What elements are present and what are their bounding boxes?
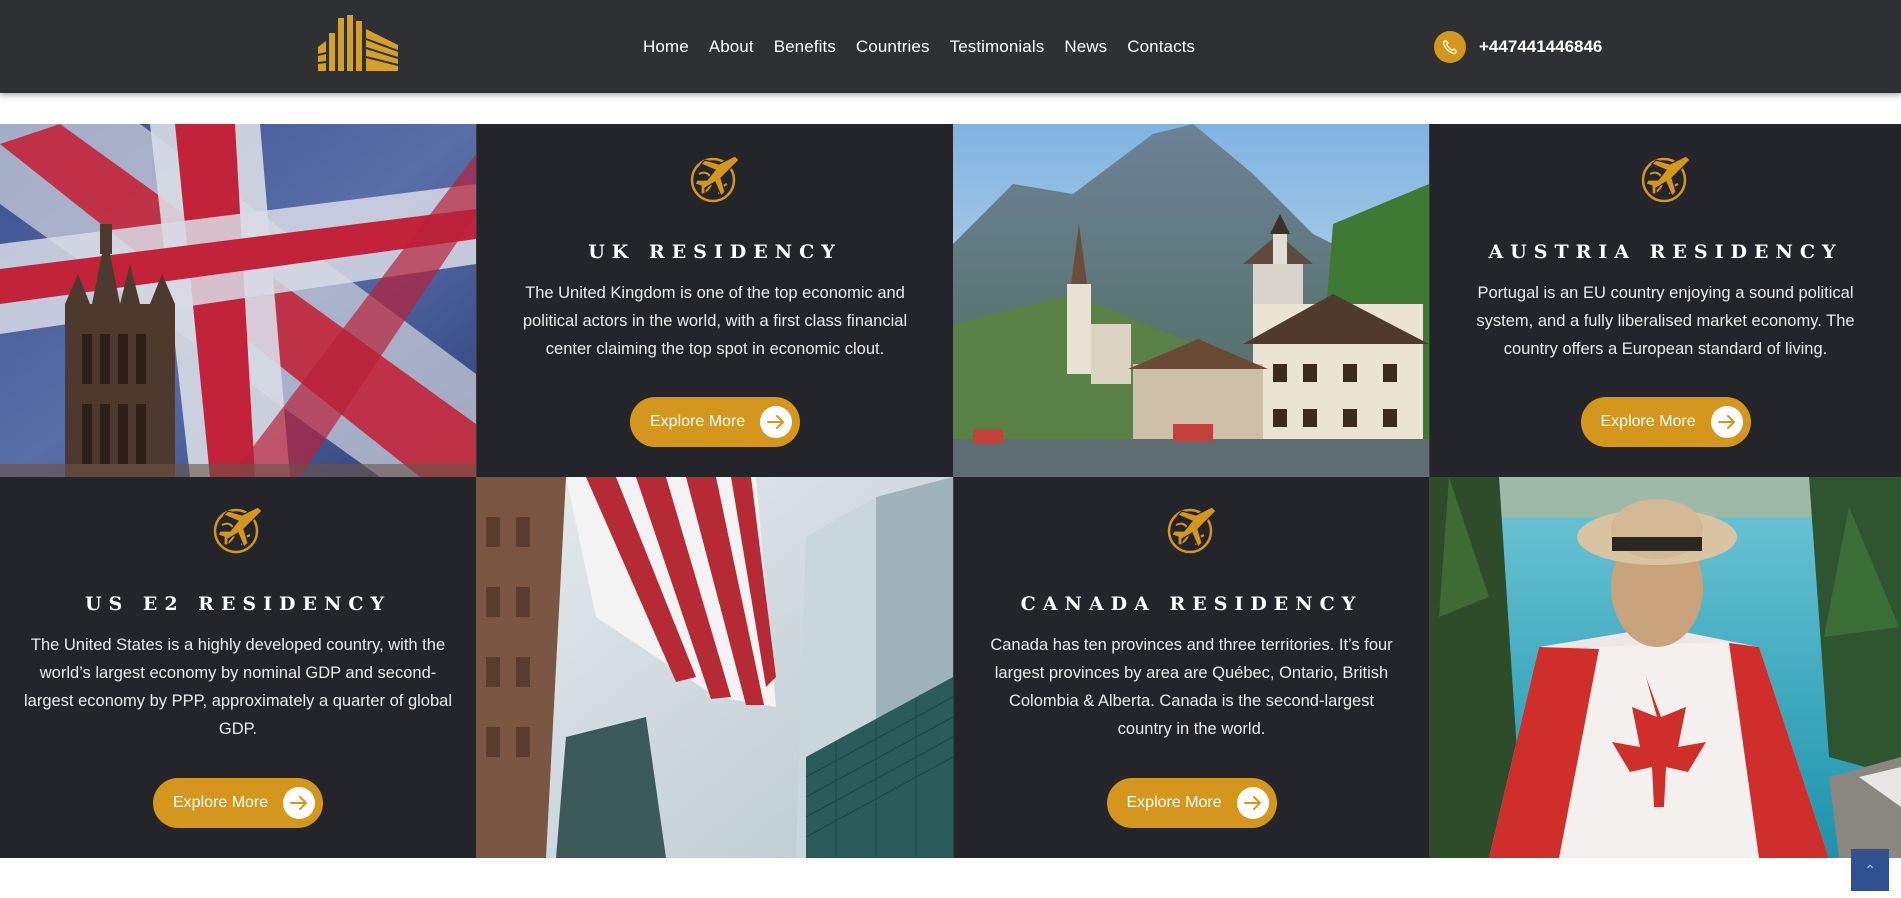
nav-about[interactable]: About [709,37,754,57]
card-title: AUSTRIA RESIDENCY [1488,241,1843,263]
residency-grid: UK RESIDENCY The United Kingdom is one o… [0,124,1901,858]
arrow-right-icon [283,787,315,819]
card-description: Portugal is an EU country enjoying a sou… [1476,284,1855,358]
card-title: UK RESIDENCY [588,241,842,263]
nav-home[interactable]: Home [643,37,689,57]
plane-globe-icon [1641,155,1691,203]
uk-flag-image [0,124,476,477]
card-title: CANADA RESIDENCY [1020,593,1363,615]
arrow-right-icon [1710,406,1743,438]
card-description: Canada has ten provinces and three terri… [990,636,1393,738]
nav-countries[interactable]: Countries [856,37,930,57]
residency-row: US E2 RESIDENCY The United States is a h… [0,477,1901,858]
nav-benefits[interactable]: Benefits [774,37,836,57]
building-logo[interactable] [316,15,400,71]
canada-flag-image [1429,477,1901,858]
card-title: US E2 RESIDENCY [84,593,392,615]
phone-contact[interactable]: +447441446846 [1434,31,1602,63]
explore-more-button[interactable]: Explore More [153,778,323,828]
nav-news[interactable]: News [1064,37,1107,57]
plane-globe-icon [690,155,740,203]
residency-row: UK RESIDENCY The United Kingdom is one o… [0,124,1901,477]
button-label: Explore More [1600,413,1696,430]
site-header: Home About Benefits Countries Testimonia… [0,0,1901,93]
scroll-to-top-button[interactable]: ⌃ [1851,849,1889,891]
austria-residency-card: AUSTRIA RESIDENCY Portugal is an EU coun… [1429,124,1901,477]
plane-globe-icon [213,506,263,554]
button-label: Explore More [173,794,269,811]
arrow-right-icon [1236,787,1269,819]
us-flag-image [476,477,953,858]
nav-contacts[interactable]: Contacts [1127,37,1195,57]
chevron-up-icon: ⌃ [1864,861,1876,878]
explore-more-button[interactable]: Explore More [630,397,800,447]
button-label: Explore More [1126,794,1222,811]
explore-more-button[interactable]: Explore More [1580,397,1751,447]
card-description: The United Kingdom is one of the top eco… [522,284,908,358]
uk-residency-card: UK RESIDENCY The United Kingdom is one o… [476,124,953,477]
canada-residency-card: CANADA RESIDENCY Canada has ten province… [953,477,1429,858]
arrow-right-icon [760,406,792,438]
austria-village-image [953,124,1429,477]
main-nav: Home About Benefits Countries Testimonia… [643,0,1215,93]
phone-icon [1434,31,1466,63]
us-residency-card: US E2 RESIDENCY The United States is a h… [0,477,476,858]
plane-globe-icon [1167,506,1217,554]
explore-more-button[interactable]: Explore More [1106,778,1277,828]
phone-number[interactable]: +447441446846 [1479,37,1602,57]
card-description: The United States is a highly developed … [23,636,453,738]
button-label: Explore More [650,413,746,430]
nav-testimonials[interactable]: Testimonials [950,37,1045,57]
